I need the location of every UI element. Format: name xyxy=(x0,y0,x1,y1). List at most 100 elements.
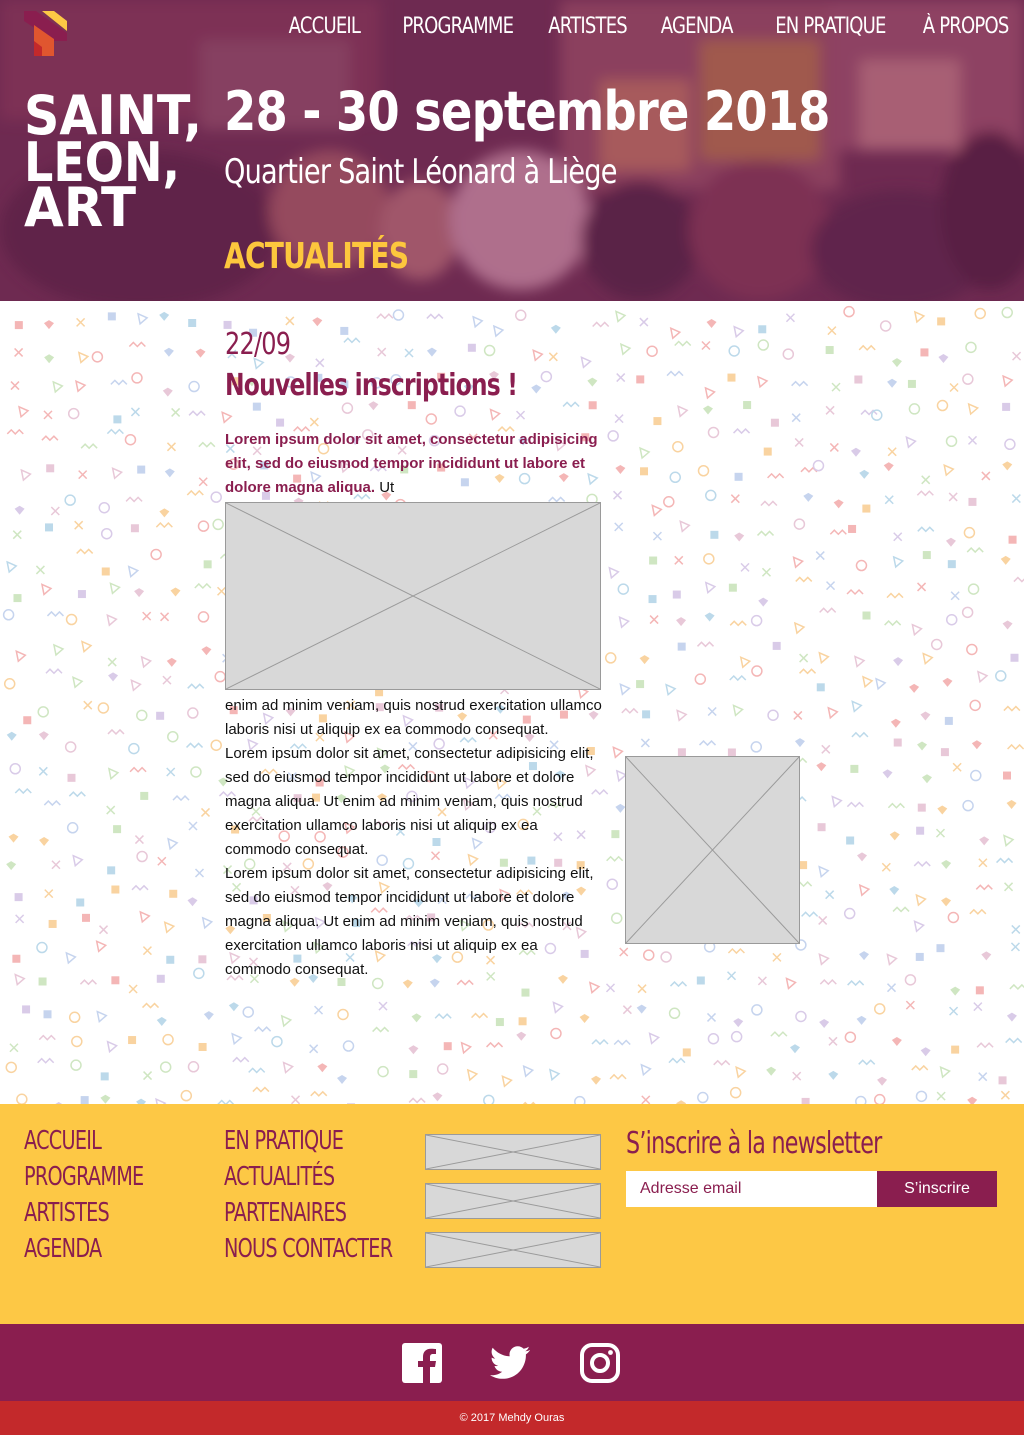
footer-link-artistes[interactable]: ARTISTES xyxy=(24,1198,143,1234)
confetti-shape xyxy=(15,914,25,924)
confetti-shape xyxy=(592,321,610,328)
confetti-shape xyxy=(701,340,711,351)
confetti-shape xyxy=(829,442,839,452)
confetti-shape xyxy=(127,565,140,578)
confetti-shape xyxy=(111,976,120,985)
footer-link-accueil[interactable]: ACCUEIL xyxy=(24,1126,143,1162)
partner-logo-placeholder[interactable] xyxy=(425,1183,601,1219)
instagram-icon[interactable] xyxy=(578,1341,622,1385)
confetti-shape xyxy=(74,379,87,393)
confetti-shape xyxy=(827,326,837,336)
confetti-shape xyxy=(728,345,740,357)
confetti-shape xyxy=(702,405,713,415)
facebook-icon[interactable] xyxy=(400,1341,444,1385)
confetti-shape xyxy=(40,583,53,596)
confetti-shape xyxy=(862,611,871,620)
footer-link-en-pratique[interactable]: EN PRATIQUE xyxy=(224,1126,392,1162)
confetti-shape xyxy=(591,1075,602,1085)
newsletter-email-input[interactable] xyxy=(626,1171,878,1207)
confetti-shape xyxy=(194,868,205,878)
confetti-shape xyxy=(312,317,323,327)
footer-link-nous-contacter[interactable]: NOUS CONTACTER xyxy=(224,1234,393,1270)
confetti-shape xyxy=(893,657,904,667)
twitter-icon[interactable] xyxy=(488,1341,532,1385)
newsletter-subscribe-button[interactable]: S’inscrire xyxy=(877,1171,997,1207)
footer-link-partenaires[interactable]: PARTENAIRES xyxy=(224,1198,392,1234)
confetti-shape xyxy=(978,858,988,868)
nav-link-a-propos[interactable]: À PROPOS xyxy=(922,14,1008,39)
confetti-shape xyxy=(214,670,226,683)
confetti-shape xyxy=(669,471,681,484)
confetti-shape xyxy=(71,1035,83,1048)
confetti-shape xyxy=(14,505,25,515)
confetti-shape xyxy=(188,410,206,417)
confetti-shape xyxy=(106,1040,118,1054)
confetti-shape xyxy=(969,699,981,712)
confetti-shape xyxy=(637,984,647,994)
confetti-shape xyxy=(162,387,173,397)
logo-line-3: ART xyxy=(24,176,136,228)
nav-link-artistes[interactable]: ARTISTES xyxy=(549,14,628,39)
confetti-shape xyxy=(483,1094,495,1104)
confetti-shape xyxy=(155,522,173,529)
confetti-shape xyxy=(139,910,151,924)
confetti-shape xyxy=(833,499,844,509)
confetti-shape xyxy=(794,437,804,447)
side-image-placeholder xyxy=(625,756,800,944)
confetti-shape xyxy=(18,405,30,419)
footer-link-actualites[interactable]: ACTUALITÉS xyxy=(224,1162,392,1198)
confetti-shape xyxy=(862,675,874,689)
confetti-shape xyxy=(72,854,84,868)
confetti-shape xyxy=(1001,306,1013,319)
confetti-shape xyxy=(862,504,871,513)
confetti-shape xyxy=(707,1032,720,1045)
confetti-shape xyxy=(705,489,717,502)
nav-link-accueil[interactable]: ACCUEIL xyxy=(289,14,361,39)
confetti-shape xyxy=(166,767,176,777)
confetti-shape xyxy=(108,672,119,682)
confetti-shape xyxy=(873,1003,886,1015)
confetti-shape xyxy=(38,766,48,776)
confetti-shape xyxy=(915,1090,928,1103)
confetti-shape xyxy=(975,884,993,891)
confetti-shape xyxy=(886,953,898,966)
nav-link-en-pratique[interactable]: EN PRATIQUE xyxy=(775,14,886,39)
confetti-shape xyxy=(791,380,809,387)
nav-link-agenda[interactable]: AGENDA xyxy=(661,14,734,39)
confetti-shape xyxy=(794,738,805,748)
nav-link-programme[interactable]: PROGRAMME xyxy=(402,14,514,39)
confetti-shape xyxy=(750,741,762,753)
confetti-shape xyxy=(15,649,27,663)
confetti-shape xyxy=(707,426,720,439)
confetti-shape xyxy=(163,347,174,357)
confetti-shape xyxy=(851,700,863,713)
confetti-shape xyxy=(979,836,990,846)
confetti-shape xyxy=(763,447,772,456)
confetti-shape xyxy=(827,706,839,720)
confetti-shape xyxy=(816,683,825,692)
confetti-shape xyxy=(818,915,828,925)
footer-link-agenda[interactable]: AGENDA xyxy=(24,1234,143,1270)
confetti-shape xyxy=(825,405,835,415)
confetti-shape xyxy=(408,1045,419,1055)
saint-leon-art-logo[interactable]: SAINT, LEON, ART xyxy=(24,88,204,228)
confetti-shape xyxy=(962,373,974,385)
confetti-shape xyxy=(621,707,639,714)
confetti-shape xyxy=(935,828,946,838)
partner-logo-placeholder[interactable] xyxy=(425,1232,601,1268)
logo-mark-icon[interactable] xyxy=(24,11,67,56)
confetti-shape xyxy=(911,623,923,637)
confetti-shape xyxy=(608,566,620,580)
confetti-shape xyxy=(967,583,980,595)
confetti-shape xyxy=(159,311,170,321)
footer-link-programme[interactable]: PROGRAMME xyxy=(24,1162,144,1198)
partner-logo-placeholder[interactable] xyxy=(425,1134,601,1170)
confetti-shape xyxy=(252,1086,270,1093)
confetti-shape xyxy=(100,1094,111,1104)
confetti-shape xyxy=(66,822,79,834)
confetti-shape xyxy=(696,976,705,985)
confetti-shape xyxy=(615,803,626,813)
confetti-shape xyxy=(730,494,740,504)
confetti-shape xyxy=(486,1041,504,1049)
confetti-shape xyxy=(942,677,953,687)
